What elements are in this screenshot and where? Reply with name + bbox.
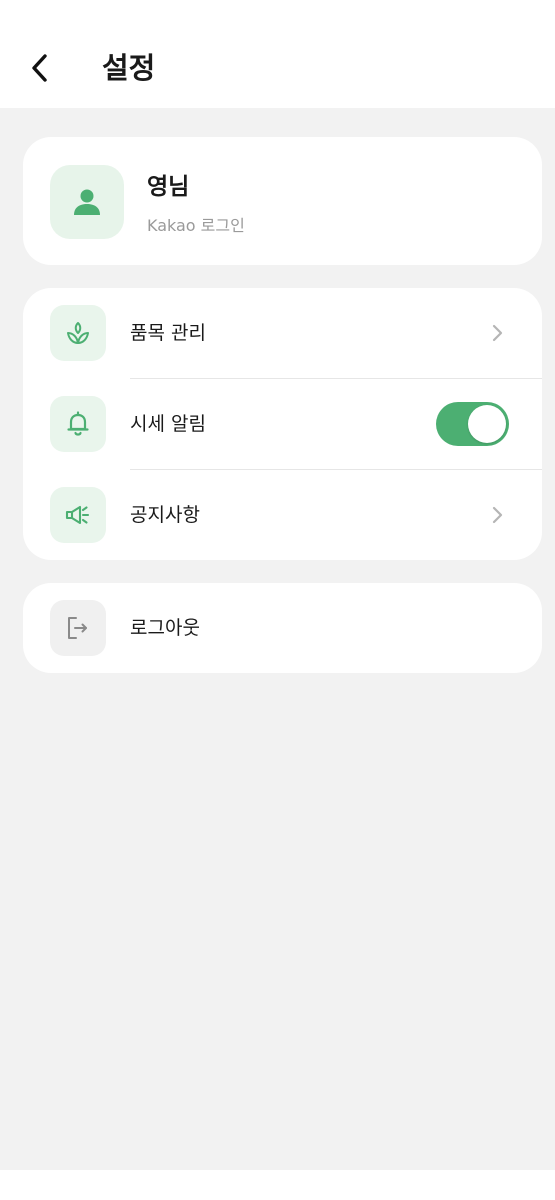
chevron-left-icon bbox=[32, 54, 47, 82]
sprout-icon bbox=[67, 322, 89, 344]
logout-icon-box bbox=[50, 600, 106, 656]
login-method-label: Kakao 로그인 bbox=[147, 216, 245, 235]
menu-item-items-management[interactable]: 품목 관리 bbox=[23, 288, 542, 378]
menu-item-label: 품목 관리 bbox=[130, 322, 206, 344]
avatar bbox=[50, 165, 124, 239]
menu-icon-box bbox=[50, 396, 106, 452]
menu-icon-box bbox=[50, 305, 106, 361]
logout-icon bbox=[68, 617, 87, 639]
profile-name: 영님 bbox=[147, 174, 190, 200]
menu-item-label: 공지사항 bbox=[130, 504, 200, 526]
chevron-right-icon bbox=[486, 504, 508, 526]
price-alert-toggle[interactable] bbox=[436, 402, 509, 446]
menu-item-price-alerts: 시세 알림 bbox=[23, 379, 542, 469]
page-title: 설정 bbox=[102, 51, 156, 85]
logout-button[interactable]: 로그아웃 bbox=[23, 583, 542, 673]
megaphone-icon bbox=[65, 505, 90, 525]
profile-card[interactable]: 영님 Kakao 로그인 bbox=[23, 137, 542, 265]
logout-card: 로그아웃 bbox=[23, 583, 542, 673]
toggle-knob bbox=[468, 405, 506, 443]
bell-icon bbox=[67, 411, 89, 436]
app-header: 설정 bbox=[0, 0, 555, 108]
logout-label: 로그아웃 bbox=[130, 617, 200, 639]
user-icon bbox=[74, 189, 100, 215]
menu-item-notices[interactable]: 공지사항 bbox=[23, 470, 542, 560]
settings-menu-card: 품목 관리 시세 알림 공지사항 bbox=[23, 288, 542, 560]
back-button[interactable] bbox=[20, 48, 60, 88]
bottom-bar bbox=[0, 1170, 555, 1200]
chevron-right-icon bbox=[486, 322, 508, 344]
menu-item-label: 시세 알림 bbox=[130, 413, 206, 435]
menu-icon-box bbox=[50, 487, 106, 543]
